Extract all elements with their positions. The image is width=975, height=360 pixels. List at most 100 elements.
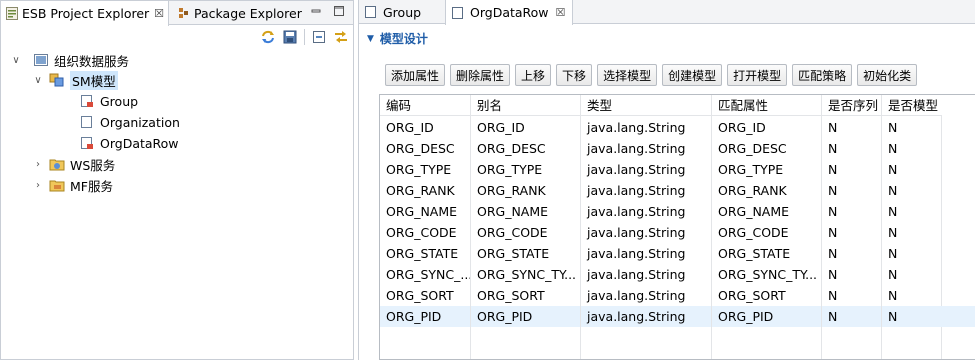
table-cell[interactable]: ORG_SORT bbox=[712, 285, 822, 306]
add-attribute-button[interactable]: 添加属性 bbox=[385, 64, 446, 86]
table-row[interactable]: ORG_SORT ORG_SORT java.lang.String ORG_SORT… bbox=[380, 285, 975, 306]
table-cell[interactable]: N bbox=[882, 117, 942, 138]
table-cell[interactable]: java.lang.String bbox=[581, 159, 712, 180]
table-cell[interactable]: N bbox=[882, 285, 942, 306]
column-header[interactable]: 编码 bbox=[380, 95, 471, 116]
table-cell[interactable]: ORG_ID bbox=[712, 117, 822, 138]
create-model-button[interactable]: 创建模型 bbox=[662, 64, 723, 86]
link-with-editor-icon[interactable] bbox=[333, 29, 349, 45]
table-cell[interactable]: ORG_TYPE bbox=[471, 159, 581, 180]
table-cell[interactable]: N bbox=[822, 243, 882, 264]
table-cell[interactable]: ORG_PID bbox=[471, 306, 581, 327]
table-cell[interactable]: java.lang.String bbox=[581, 201, 712, 222]
chevron-down-icon[interactable]: ∨ bbox=[9, 55, 23, 66]
table-cell[interactable]: ORG_RANK bbox=[712, 180, 822, 201]
table-cell[interactable]: N bbox=[882, 243, 942, 264]
tab-package-explorer[interactable]: Package Explorer bbox=[173, 1, 302, 25]
table-row[interactable]: ORG_RANK ORG_RANK java.lang.String ORG_RANK… bbox=[380, 180, 975, 201]
sync-icon[interactable] bbox=[260, 29, 276, 45]
column-header[interactable]: 别名 bbox=[471, 95, 581, 116]
table-cell[interactable]: java.lang.String bbox=[581, 285, 712, 306]
table-row[interactable]: ORG_ID ORG_ID java.lang.String ORG_ID N N bbox=[380, 117, 975, 138]
table-row[interactable]: ORG_STATE ORG_STATE java.lang.String ORG_ST… bbox=[380, 243, 975, 264]
table-cell[interactable]: ORG_TYPE bbox=[380, 159, 471, 180]
match-strategy-button[interactable]: 匹配策略 bbox=[792, 64, 853, 86]
table-row[interactable]: ORG_PID ORG_PID java.lang.String ORG_PID N N bbox=[380, 306, 975, 327]
table-cell[interactable]: N bbox=[882, 159, 942, 180]
table-cell[interactable]: java.lang.String bbox=[581, 222, 712, 243]
table-cell[interactable]: ORG_SYNC_TY... bbox=[471, 264, 581, 285]
table-row[interactable]: ORG_NAME ORG_NAME java.lang.String ORG_NAME… bbox=[380, 201, 975, 222]
tree-node-sm-model[interactable]: ∨ SM模型 bbox=[31, 70, 118, 90]
table-row[interactable]: ORG_TYPE ORG_TYPE java.lang.String ORG_TYPE… bbox=[380, 159, 975, 180]
attribute-table[interactable]: 编码 别名 类型 匹配属性 是否序列 是否模型 ORG_ID ORG_ID java… bbox=[379, 94, 975, 360]
table-cell[interactable]: java.lang.String bbox=[581, 117, 712, 138]
table-cell[interactable]: java.lang.String bbox=[581, 180, 712, 201]
table-cell[interactable]: ORG_NAME bbox=[471, 201, 581, 222]
table-cell[interactable]: ORG_STATE bbox=[471, 243, 581, 264]
column-header[interactable]: 是否模型 bbox=[882, 95, 942, 116]
table-cell[interactable]: N bbox=[882, 306, 942, 327]
move-up-button[interactable]: 上移 bbox=[515, 64, 552, 86]
chevron-down-icon[interactable]: ∨ bbox=[31, 75, 45, 86]
table-cell[interactable]: ORG_DESC bbox=[712, 138, 822, 159]
tree-node-organization[interactable]: Organization bbox=[79, 112, 180, 132]
close-icon[interactable]: ☒ bbox=[556, 6, 566, 19]
table-cell[interactable]: ORG_RANK bbox=[471, 180, 581, 201]
minimize-icon[interactable] bbox=[309, 5, 322, 18]
init-class-button[interactable]: 初始化类 bbox=[857, 64, 918, 86]
select-model-button[interactable]: 选择模型 bbox=[597, 64, 658, 86]
collapse-all-icon[interactable] bbox=[311, 29, 327, 45]
table-cell[interactable]: N bbox=[822, 138, 882, 159]
tree-node-group[interactable]: Group bbox=[79, 91, 138, 111]
table-cell[interactable]: ORG_SORT bbox=[380, 285, 471, 306]
table-cell[interactable]: N bbox=[822, 306, 882, 327]
chevron-right-icon[interactable]: › bbox=[31, 159, 45, 170]
table-row[interactable]: ORG_CODE ORG_CODE java.lang.String ORG_CODE… bbox=[380, 222, 975, 243]
delete-attribute-button[interactable]: 删除属性 bbox=[450, 64, 511, 86]
table-cell[interactable]: N bbox=[882, 138, 942, 159]
table-cell[interactable]: ORG_SYNC_TY... bbox=[712, 264, 822, 285]
table-cell[interactable]: ORG_SORT bbox=[471, 285, 581, 306]
table-row[interactable]: ORG_SYNC_... ORG_SYNC_TY... java.lang.Stri… bbox=[380, 264, 975, 285]
column-header[interactable]: 是否序列 bbox=[822, 95, 882, 116]
table-cell[interactable]: ORG_STATE bbox=[380, 243, 471, 264]
table-cell[interactable]: java.lang.String bbox=[581, 138, 712, 159]
table-cell[interactable]: ORG_NAME bbox=[380, 201, 471, 222]
table-cell[interactable]: ORG_CODE bbox=[380, 222, 471, 243]
table-cell[interactable]: ORG_DESC bbox=[380, 138, 471, 159]
chevron-down-icon[interactable]: ▼ bbox=[367, 34, 374, 44]
table-cell[interactable]: N bbox=[882, 180, 942, 201]
table-row[interactable]: ORG_DESC ORG_DESC java.lang.String ORG_DESC… bbox=[380, 138, 975, 159]
tree-node-ws-service[interactable]: › WS服务 bbox=[31, 154, 115, 174]
column-header[interactable]: 类型 bbox=[581, 95, 712, 116]
table-cell[interactable]: ORG_PID bbox=[380, 306, 471, 327]
table-cell[interactable]: ORG_RANK bbox=[380, 180, 471, 201]
save-icon[interactable] bbox=[282, 29, 298, 45]
table-cell[interactable]: N bbox=[822, 159, 882, 180]
tab-group[interactable]: Group bbox=[359, 0, 445, 24]
table-cell[interactable]: java.lang.String bbox=[581, 243, 712, 264]
tree-node-mf-service[interactable]: › MF服务 bbox=[31, 175, 113, 195]
table-cell[interactable]: N bbox=[882, 201, 942, 222]
chevron-right-icon[interactable]: › bbox=[31, 180, 45, 191]
table-cell[interactable]: N bbox=[822, 117, 882, 138]
section-header[interactable]: ▼ 模型设计 bbox=[367, 30, 428, 47]
tab-esb-project-explorer[interactable]: ESB Project Explorer ☒ bbox=[1, 1, 169, 26]
tab-orgdatarow[interactable]: OrgDataRow ☒ bbox=[445, 0, 573, 25]
table-cell[interactable]: ORG_PID bbox=[712, 306, 822, 327]
table-cell[interactable]: N bbox=[822, 222, 882, 243]
table-cell[interactable]: ORG_CODE bbox=[471, 222, 581, 243]
table-cell[interactable]: ORG_NAME bbox=[712, 201, 822, 222]
column-header[interactable]: 匹配属性 bbox=[712, 95, 822, 116]
open-model-button[interactable]: 打开模型 bbox=[727, 64, 788, 86]
table-cell[interactable]: N bbox=[822, 285, 882, 306]
table-cell[interactable]: N bbox=[882, 264, 942, 285]
table-cell[interactable]: ORG_ID bbox=[380, 117, 471, 138]
table-cell[interactable]: java.lang.String bbox=[581, 264, 712, 285]
table-cell[interactable]: N bbox=[822, 264, 882, 285]
table-cell[interactable]: ORG_TYPE bbox=[712, 159, 822, 180]
table-cell[interactable]: N bbox=[882, 222, 942, 243]
table-cell[interactable]: ORG_CODE bbox=[712, 222, 822, 243]
table-cell[interactable]: java.lang.String bbox=[581, 306, 712, 327]
